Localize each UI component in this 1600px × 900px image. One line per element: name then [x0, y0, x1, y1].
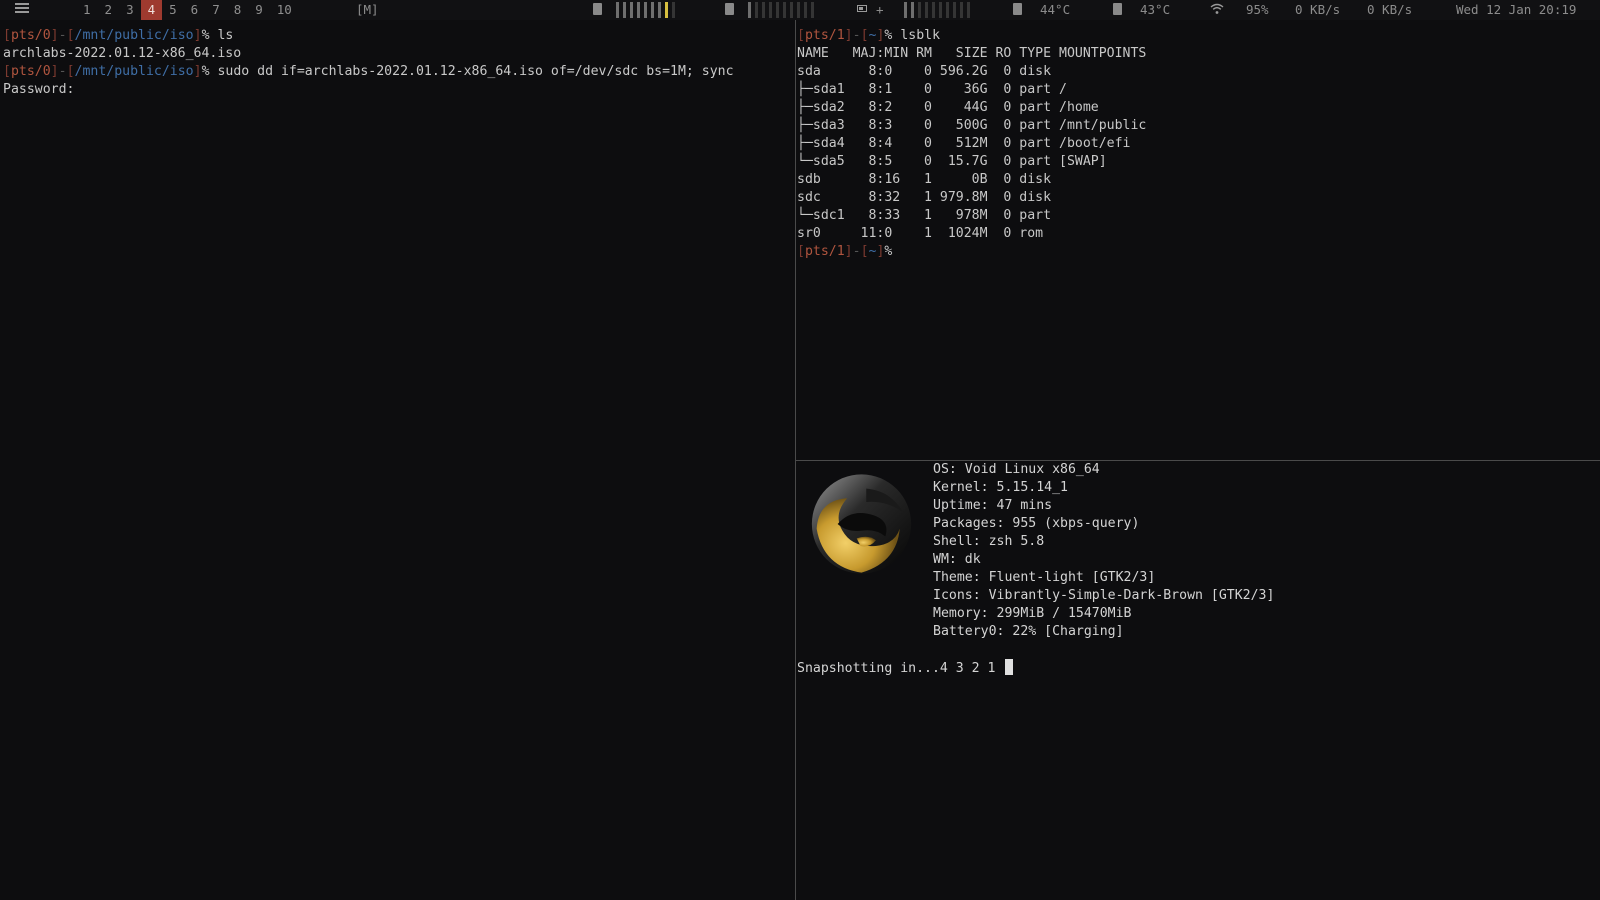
prompt-line: [pts/1]-[~]% lsblk: [797, 28, 941, 43]
wifi-strength: 95%: [1246, 2, 1269, 17]
terminal-top-right[interactable]: [pts/1]-[~]% lsblk NAME MAJ:MIN RM SIZE R…: [797, 27, 1597, 457]
lsblk-row: └─sdc1 8:33 1 978M 0 part: [797, 208, 1052, 223]
password-prompt: Password:: [3, 82, 75, 97]
layout-indicator[interactable]: [M]: [356, 0, 379, 20]
net-down-speed: 0 KB/s: [1295, 2, 1341, 17]
lsblk-table: sda 8:0 0 596.2G 0 disk ├─sda1 8:1 0 36G …: [797, 63, 1597, 243]
battery-icon: [857, 5, 867, 12]
command-text: lsblk: [900, 28, 941, 43]
cpu-icon: [593, 3, 602, 15]
lsblk-row: ├─sda4 8:4 0 512M 0 part /boot/efi: [797, 136, 1131, 151]
command-text: ls: [217, 28, 234, 43]
output-line: archlabs-2022.01.12-x86_64.iso: [3, 46, 242, 61]
lsblk-row: └─sda5 8:5 0 15.7G 0 part [SWAP]: [797, 154, 1107, 169]
workspace-2[interactable]: 2: [98, 0, 120, 20]
neofetch-line: Memory: 299MiB / 15470MiB: [933, 606, 1132, 621]
workspace-3[interactable]: 3: [119, 0, 141, 20]
void-linux-logo-icon: [811, 474, 912, 574]
lsblk-row: sdc 8:32 1 979.8M 0 disk: [797, 190, 1052, 205]
command-text: sudo dd if=archlabs-2022.01.12-x86_64.is…: [217, 64, 734, 79]
workspace-6[interactable]: 6: [184, 0, 206, 20]
memory-icon: [725, 3, 734, 15]
neofetch-line: Kernel: 5.15.14_1: [933, 480, 1068, 495]
text-cursor: [1005, 659, 1014, 675]
neofetch-line: Uptime: 47 mins: [933, 498, 1053, 513]
workspace-4[interactable]: 4: [140, 0, 163, 20]
cpu-temp-icon: [1013, 3, 1022, 15]
memory-meter: [748, 2, 814, 18]
terminal-left[interactable]: [pts/0]-[/mnt/public/iso]% ls archlabs-20…: [3, 27, 773, 887]
lsblk-row: ├─sda2 8:2 0 44G 0 part /home: [797, 100, 1099, 115]
workspace-9[interactable]: 9: [248, 0, 270, 20]
lsblk-row: sr0 11:0 1 1024M 0 rom: [797, 226, 1044, 241]
prompt-line: [pts/1]-[~]%: [797, 244, 893, 259]
workspace-10[interactable]: 10: [270, 0, 299, 20]
snapshot-countdown: Snapshotting in...4 3 2 1: [797, 659, 1014, 678]
battery-charging-indicator: +: [876, 2, 884, 17]
cpu-temp: 44°C: [1040, 2, 1071, 17]
workspace-7[interactable]: 7: [205, 0, 227, 20]
clock[interactable]: Wed 12 Jan 20:19: [1456, 0, 1576, 20]
neofetch-line: Packages: 955 (xbps-query): [933, 516, 1140, 531]
neofetch-line: WM: dk: [933, 552, 981, 567]
lsblk-row: sda 8:0 0 596.2G 0 disk: [797, 64, 1052, 79]
neofetch-info: OS: Void Linux x86_64 Kernel: 5.15.14_1 Up…: [933, 461, 1274, 641]
battery-meter: [904, 2, 970, 18]
net-up-speed: 0 KB/s: [1367, 2, 1413, 17]
status-bar: 1 2 3 4 5 6 7 8 9 10 [M] + 44°C 43°C 95% 0 KB/s 0…: [0, 0, 1600, 20]
gpu-temp: 43°C: [1140, 2, 1171, 17]
lsblk-row: sdb 8:16 1 0B 0 disk: [797, 172, 1052, 187]
prompt-line: [pts/0]-[/mnt/public/iso]% ls: [3, 28, 234, 43]
neofetch-line: Theme: Fluent-light [GTK2/3]: [933, 570, 1156, 585]
neofetch-line: OS: Void Linux x86_64: [933, 462, 1100, 477]
wifi-icon: [1210, 3, 1224, 14]
list-icon[interactable]: [15, 3, 29, 16]
workspace-list: 1 2 3 4 5 6 7 8 9 10: [76, 0, 299, 20]
workspace-5[interactable]: 5: [162, 0, 184, 20]
gpu-temp-icon: [1113, 3, 1122, 15]
cpu-meter: [616, 2, 675, 18]
lsblk-header: NAME MAJ:MIN RM SIZE RO TYPE MOUNTPOINTS: [797, 46, 1147, 61]
neofetch-line: Icons: Vibrantly-Simple-Dark-Brown [GTK2…: [933, 588, 1275, 603]
workspace-8[interactable]: 8: [227, 0, 249, 20]
neofetch-line: Shell: zsh 5.8: [933, 534, 1045, 549]
neofetch-line: Battery0: 22% [Charging]: [933, 624, 1124, 639]
workspace-1[interactable]: 1: [76, 0, 98, 20]
lsblk-row: ├─sda1 8:1 0 36G 0 part /: [797, 82, 1067, 97]
lsblk-row: ├─sda3 8:3 0 500G 0 part /mnt/public: [797, 118, 1147, 133]
prompt-line: [pts/0]-[/mnt/public/iso]% sudo dd if=ar…: [3, 64, 734, 79]
